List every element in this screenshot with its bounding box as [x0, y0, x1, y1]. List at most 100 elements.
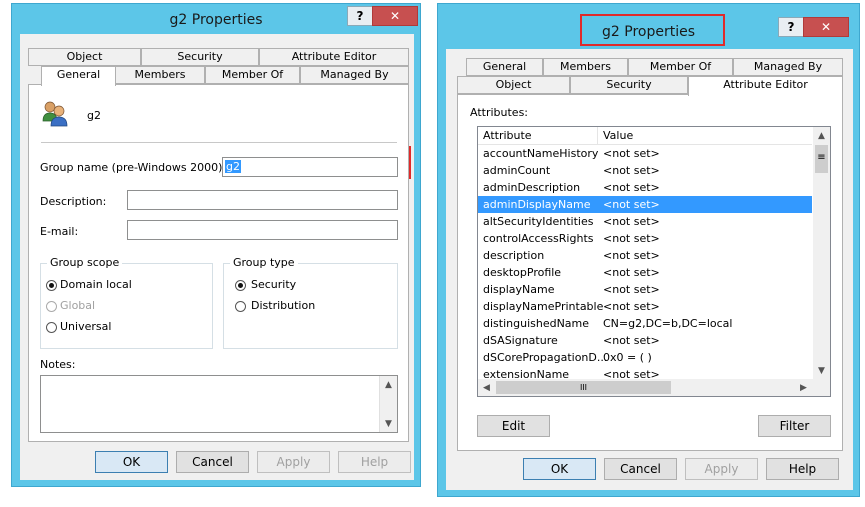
description-input[interactable]: [127, 190, 398, 210]
left-close-button[interactable]: ✕: [372, 6, 418, 26]
attribute-value: <not set>: [603, 232, 660, 245]
right-tab-object[interactable]: Object: [457, 76, 570, 94]
attribute-value: <not set>: [603, 181, 660, 194]
distribution-radio[interactable]: [235, 301, 246, 312]
attribute-name: desktopProfile: [483, 266, 562, 279]
left-apply-button[interactable]: Apply: [257, 451, 330, 473]
attribute-value: CN=g2,DC=b,DC=local: [603, 317, 733, 330]
left-ok-button[interactable]: OK: [95, 451, 168, 473]
vertical-scrollbar[interactable]: ▲ ≡ ▼: [813, 127, 830, 379]
group-scope-box: Group scope Domain local Global Universa…: [40, 256, 213, 349]
right-tab-members[interactable]: Members: [543, 58, 628, 76]
table-row[interactable]: displayNamePrintable <not set>: [478, 298, 812, 315]
table-row[interactable]: altSecurityIdentities <not set>: [478, 213, 812, 230]
attribute-name: distinguishedName: [483, 317, 590, 330]
right-tab-member-of[interactable]: Member Of: [628, 58, 733, 76]
attribute-value: <not set>: [603, 266, 660, 279]
attribute-value: 0x0 = ( ): [603, 351, 652, 364]
table-row[interactable]: dSCorePropagationD... 0x0 = ( ): [478, 349, 812, 366]
attribute-rows: accountNameHistory <not set> adminCount <no…: [478, 145, 812, 381]
attribute-name: controlAccessRights: [483, 232, 594, 245]
right-tab-security[interactable]: Security: [570, 76, 688, 94]
group-name-label: Group name (pre-Windows 2000):: [40, 161, 227, 174]
right-help-button[interactable]: Help: [766, 458, 839, 480]
header-attribute[interactable]: Attribute: [483, 129, 532, 142]
scroll-down-icon[interactable]: ▼: [381, 416, 396, 431]
right-ok-button[interactable]: OK: [523, 458, 596, 480]
attribute-name: description: [483, 249, 545, 262]
attribute-value: <not set>: [603, 334, 660, 347]
group-type-box: Group type Security Distribution: [223, 256, 398, 349]
security-radio[interactable]: [235, 280, 246, 291]
description-label: Description:: [40, 195, 107, 208]
notes-textarea[interactable]: ▲ ▼: [40, 375, 398, 433]
left-tab-security[interactable]: Security: [141, 48, 259, 66]
left-help-button[interactable]: Help: [338, 451, 411, 473]
left-client-area: Object Security Attribute Editor General…: [20, 34, 414, 480]
table-row[interactable]: displayName <not set>: [478, 281, 812, 298]
group-name-input[interactable]: g2: [222, 157, 398, 177]
domain-local-label[interactable]: Domain local: [60, 278, 132, 291]
right-tab-general[interactable]: General: [466, 58, 543, 76]
domain-local-radio[interactable]: [46, 280, 57, 291]
scroll-left-icon[interactable]: ◀: [479, 380, 494, 395]
table-row[interactable]: controlAccessRights <not set>: [478, 230, 812, 247]
group-name-value: g2: [225, 160, 241, 173]
table-row[interactable]: dSASignature <not set>: [478, 332, 812, 349]
distribution-label[interactable]: Distribution: [251, 299, 315, 312]
scroll-down-icon[interactable]: ▼: [814, 363, 829, 378]
scroll-thumb[interactable]: ≡: [815, 145, 828, 173]
horizontal-scrollbar[interactable]: ◀ III ▶: [478, 379, 830, 396]
right-help-title-button[interactable]: ?: [778, 17, 804, 37]
attribute-value: <not set>: [603, 164, 660, 177]
security-label[interactable]: Security: [251, 278, 296, 291]
global-radio[interactable]: [46, 301, 57, 312]
notes-label: Notes:: [40, 358, 76, 371]
left-title-bar[interactable]: g2 Properties ? ✕: [12, 4, 420, 34]
left-tab-attribute-editor[interactable]: Attribute Editor: [259, 48, 409, 66]
table-row[interactable]: desktopProfile <not set>: [478, 264, 812, 281]
table-row[interactable]: adminDisplayName <not set>: [478, 196, 812, 213]
table-row[interactable]: adminDescription <not set>: [478, 179, 812, 196]
attribute-name: adminDescription: [483, 181, 581, 194]
left-tab-object[interactable]: Object: [28, 48, 141, 66]
right-apply-button[interactable]: Apply: [685, 458, 758, 480]
table-row[interactable]: distinguishedName CN=g2,DC=b,DC=local: [478, 315, 812, 332]
table-row[interactable]: accountNameHistory <not set>: [478, 145, 812, 162]
table-row[interactable]: adminCount <not set>: [478, 162, 812, 179]
email-input[interactable]: [127, 220, 398, 240]
scroll-up-icon[interactable]: ▲: [381, 377, 396, 392]
universal-label[interactable]: Universal: [60, 320, 111, 333]
right-tab-managed-by[interactable]: Managed By: [733, 58, 843, 76]
left-cancel-button[interactable]: Cancel: [176, 451, 249, 473]
attribute-list[interactable]: Attribute Value accountNameHistory <not s…: [477, 126, 831, 397]
right-tab-attribute-editor[interactable]: Attribute Editor: [688, 76, 843, 96]
attribute-value: <not set>: [603, 300, 660, 313]
left-help-title-button[interactable]: ?: [347, 6, 373, 26]
filter-button[interactable]: Filter: [758, 415, 831, 437]
global-label[interactable]: Global: [60, 299, 95, 312]
right-cancel-button[interactable]: Cancel: [604, 458, 677, 480]
universal-radio[interactable]: [46, 322, 57, 333]
right-close-button[interactable]: ✕: [803, 17, 849, 37]
scroll-right-icon[interactable]: ▶: [796, 380, 811, 395]
attribute-name: displayNamePrintable: [483, 300, 604, 313]
left-tab-members[interactable]: Members: [115, 66, 205, 84]
notes-scrollbar[interactable]: ▲ ▼: [379, 376, 397, 432]
table-row[interactable]: description <not set>: [478, 247, 812, 264]
left-tab-member-of[interactable]: Member Of: [205, 66, 300, 84]
attribute-value: <not set>: [603, 215, 660, 228]
attribute-name: adminCount: [483, 164, 551, 177]
header-divider[interactable]: [597, 127, 598, 144]
group-scope-title: Group scope: [47, 256, 123, 269]
right-properties-dialog: g2 Properties ? ✕ General Members Member…: [437, 3, 860, 497]
left-tab-general[interactable]: General: [41, 66, 116, 86]
edit-button[interactable]: Edit: [477, 415, 550, 437]
left-tab-managed-by[interactable]: Managed By: [300, 66, 409, 84]
attribute-value: <not set>: [603, 249, 660, 262]
right-client-area: General Members Member Of Managed By Obj…: [446, 49, 853, 490]
hscroll-thumb[interactable]: III: [496, 381, 671, 394]
scroll-up-icon[interactable]: ▲: [814, 128, 829, 143]
attribute-value: <not set>: [603, 147, 660, 160]
header-value[interactable]: Value: [603, 129, 633, 142]
